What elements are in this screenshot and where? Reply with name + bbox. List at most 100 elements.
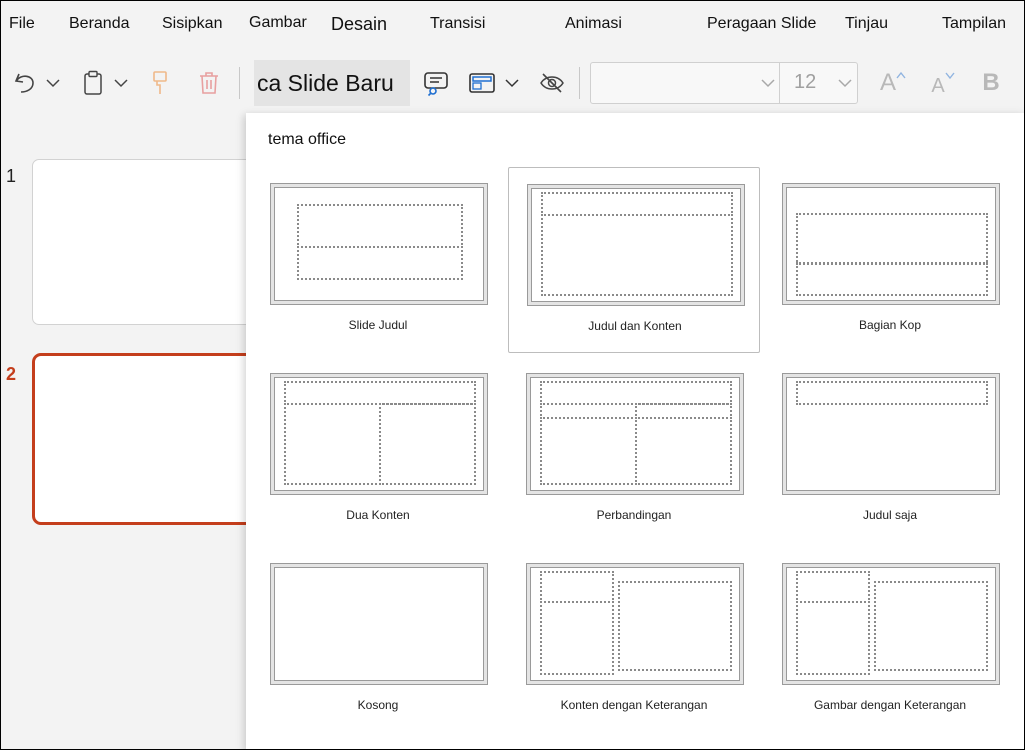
content-left-placeholder — [284, 403, 381, 485]
clipboard-icon — [84, 70, 102, 95]
undo-button[interactable] — [11, 53, 39, 113]
bold-button[interactable]: B — [977, 53, 1005, 113]
toolbar-separator — [579, 67, 580, 99]
layout-preview — [782, 183, 1000, 305]
title-placeholder — [540, 571, 614, 603]
slide-number: 1 — [6, 166, 17, 186]
font-controls: 12 — [590, 62, 858, 104]
comment-search-icon — [424, 72, 448, 97]
paste-button[interactable] — [79, 53, 107, 113]
bold-label: B — [982, 69, 1000, 96]
layout-label: Slide Judul — [348, 318, 408, 332]
menu-gambar[interactable]: Gambar — [249, 14, 307, 32]
layout-tile-judul-saja[interactable]: Judul saja — [764, 357, 1016, 543]
layout-tile-judul-dan-konten[interactable]: Judul dan Konten — [508, 167, 760, 353]
layout-icon — [469, 73, 495, 93]
new-comment-button[interactable] — [421, 53, 451, 113]
layout-tile-kosong[interactable]: Kosong — [252, 547, 504, 733]
format-painter-icon — [153, 71, 167, 94]
title-placeholder — [541, 192, 733, 216]
title-placeholder — [796, 213, 988, 265]
eye-hidden-icon — [540, 73, 564, 93]
layout-tile-perbandingan[interactable]: Perbandingan — [508, 357, 760, 543]
layout-preview — [782, 563, 1000, 685]
layout-preview — [527, 184, 745, 306]
menu-file[interactable]: File — [9, 15, 35, 33]
delete-slide-button[interactable] — [195, 53, 223, 113]
text-placeholder — [796, 601, 870, 675]
slide-thumbnail-2[interactable] — [32, 353, 272, 525]
new-slide-button[interactable]: ca Slide Baru — [254, 60, 410, 106]
layout-label: Gambar dengan Keterangan — [813, 698, 967, 712]
content-placeholder — [618, 581, 732, 671]
chevron-down-icon — [505, 79, 519, 88]
slide-thumbnail-pane: 1 2 — [1, 113, 272, 749]
menu-beranda[interactable]: Beranda — [69, 15, 130, 33]
text-placeholder — [796, 262, 988, 296]
undo-dropdown[interactable] — [43, 53, 63, 113]
format-painter-button[interactable] — [147, 53, 173, 113]
chevron-down-icon — [838, 79, 852, 88]
layout-label: Kosong — [357, 698, 399, 712]
layout-label: Judul saja — [862, 508, 918, 522]
ribbon-toolbar: ca Slide Baru 12 A A B — [1, 53, 1024, 113]
layout-label: Dua Konten — [346, 508, 410, 522]
content-right-placeholder — [379, 403, 476, 485]
layout-tile-slide-judul[interactable]: Slide Judul — [252, 167, 504, 353]
menu-bar: File Beranda Sisipkan Gambar Desain Tran… — [1, 1, 1024, 53]
grow-font-button[interactable]: A — [877, 53, 909, 113]
chevron-down-icon — [761, 79, 775, 88]
subtitle-placeholder — [297, 246, 463, 280]
title-placeholder — [796, 381, 988, 405]
toolbar-separator — [239, 67, 240, 99]
slide-number-selected: 2 — [6, 364, 17, 384]
layout-preview — [526, 563, 744, 685]
title-placeholder — [284, 381, 476, 405]
chevron-down-icon — [46, 79, 60, 88]
gallery-section-title: tema office — [268, 131, 346, 148]
text-placeholder — [540, 601, 614, 675]
title-placeholder — [540, 381, 732, 405]
title-placeholder — [297, 204, 463, 248]
layout-preview — [270, 563, 488, 685]
caret-down-icon — [945, 72, 955, 79]
menu-tinjau[interactable]: Tinjau — [845, 15, 888, 33]
menu-desain[interactable]: Desain — [331, 14, 387, 35]
menu-transisi[interactable]: Transisi — [430, 15, 485, 33]
layout-tile-gambar-dengan-keterangan[interactable]: Gambar dengan Keterangan — [764, 547, 1016, 733]
grow-font-label: A — [879, 69, 896, 96]
caret-up-icon — [896, 71, 906, 79]
layout-tile-bagian-kop[interactable]: Bagian Kop — [764, 167, 1016, 353]
layout-gallery-dropdown: tema office Slide Judul Judul dan Konten… — [246, 113, 1024, 749]
hide-slide-button[interactable] — [536, 53, 568, 113]
layout-dropdown[interactable] — [501, 53, 523, 113]
menu-peragaan-slide[interactable]: Peragaan Slide — [707, 15, 816, 33]
shrink-font-label: A — [931, 74, 945, 97]
layout-label: Judul dan Konten — [588, 319, 682, 333]
chevron-down-icon — [114, 79, 128, 88]
layout-label: Konten dengan Keterangan — [560, 698, 708, 712]
layout-preview — [270, 183, 488, 305]
content-left-placeholder — [540, 417, 637, 485]
font-name-select[interactable] — [591, 63, 780, 103]
paste-dropdown[interactable] — [111, 53, 131, 113]
trash-icon — [200, 72, 218, 94]
layout-preview — [270, 373, 488, 495]
layout-tile-dua-konten[interactable]: Dua Konten — [252, 357, 504, 543]
layout-tile-konten-dengan-keterangan[interactable]: Konten dengan Keterangan — [508, 547, 760, 733]
content-placeholder — [541, 214, 733, 296]
app-window: File Beranda Sisipkan Gambar Desain Tran… — [0, 0, 1025, 750]
font-size-select[interactable]: 12 — [794, 71, 816, 94]
menu-animasi[interactable]: Animasi — [565, 15, 622, 33]
layout-preview — [526, 373, 744, 495]
menu-tampilan[interactable]: Tampilan — [942, 15, 1006, 33]
title-placeholder — [796, 571, 870, 603]
content-right-placeholder — [635, 417, 732, 485]
layout-label: Perbandingan — [596, 508, 672, 522]
layout-button[interactable] — [467, 53, 497, 113]
picture-placeholder — [874, 581, 988, 671]
slide-thumbnail-1[interactable] — [32, 159, 272, 325]
menu-sisipkan[interactable]: Sisipkan — [162, 15, 222, 33]
layout-label: Bagian Kop — [858, 318, 922, 332]
shrink-font-button[interactable]: A — [927, 53, 959, 113]
